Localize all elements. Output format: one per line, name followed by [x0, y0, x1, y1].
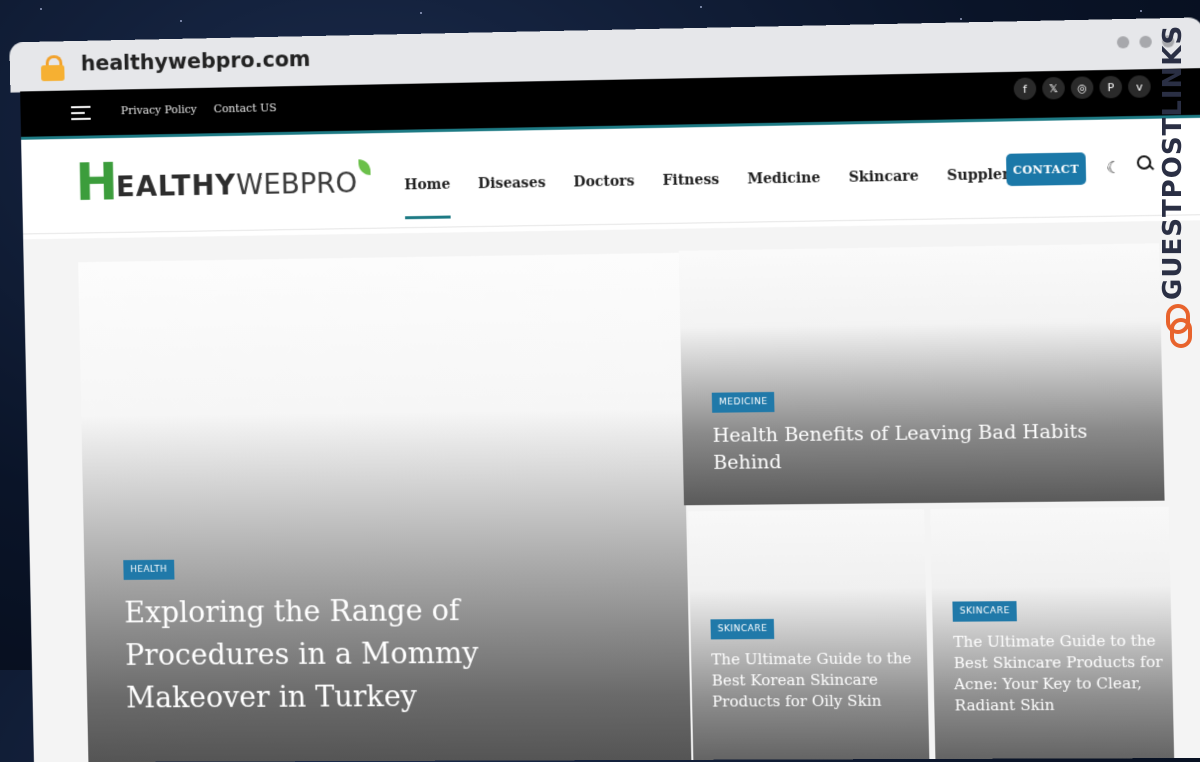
category-badge[interactable]: MEDICINE: [712, 392, 775, 413]
link-icon: [1166, 304, 1188, 344]
site-logo[interactable]: H EALTHY WEBPRO: [75, 148, 372, 213]
pinterest-icon[interactable]: P: [1099, 76, 1122, 99]
privacy-policy-link[interactable]: Privacy Policy: [121, 103, 197, 117]
dark-mode-icon[interactable]: ☾: [1106, 158, 1121, 177]
menu-icon[interactable]: [71, 106, 91, 124]
web-page: Privacy Policy Contact US f 𝕏 ◎ P v H EA…: [20, 68, 1200, 762]
featured-post-main[interactable]: HEALTH Exploring the Range of Procedures…: [78, 253, 692, 762]
featured-post-top-right[interactable]: MEDICINE Health Benefits of Leaving Bad …: [679, 243, 1165, 505]
nav-skincare[interactable]: Skincare: [848, 168, 918, 185]
instagram-icon[interactable]: ◎: [1071, 76, 1094, 99]
x-icon[interactable]: 𝕏: [1042, 77, 1065, 100]
facebook-icon[interactable]: f: [1014, 77, 1037, 100]
lock-icon: [41, 55, 65, 79]
nav-home[interactable]: Home: [404, 177, 450, 194]
contact-us-link[interactable]: Contact US: [214, 101, 277, 115]
nav-medicine[interactable]: Medicine: [747, 170, 820, 187]
post-title[interactable]: Health Benefits of Leaving Bad Habits Be…: [712, 418, 1098, 477]
social-links: f 𝕏 ◎ P v: [1014, 75, 1151, 100]
category-badge[interactable]: HEALTH: [123, 560, 174, 580]
featured-grid: HEALTH Exploring the Range of Procedures…: [23, 220, 1200, 762]
nav-fitness[interactable]: Fitness: [662, 172, 719, 189]
post-title[interactable]: The Ultimate Guide to the Best Korean Sk…: [711, 648, 914, 712]
vimeo-icon[interactable]: v: [1128, 75, 1151, 98]
post-title[interactable]: The Ultimate Guide to the Best Skincare …: [953, 630, 1164, 716]
browser-window: healthywebpro.com Privacy Policy Contact…: [9, 17, 1200, 752]
nav-diseases[interactable]: Diseases: [478, 175, 546, 192]
post-title[interactable]: Exploring the Range of Procedures in a M…: [124, 589, 541, 720]
nav-doctors[interactable]: Doctors: [573, 173, 634, 190]
featured-post-small-1[interactable]: SKINCARE The Ultimate Guide to the Best …: [688, 509, 929, 762]
guestpostlinks-watermark: GUESTPOSTLINKS: [1150, 50, 1198, 370]
leaf-icon: [359, 159, 371, 175]
address-bar[interactable]: healthywebpro.com: [81, 47, 311, 75]
featured-post-small-2[interactable]: SKINCARE The Ultimate Guide to the Best …: [930, 507, 1174, 762]
main-nav: Home Diseases Doctors Fitness Medicine S…: [404, 166, 1051, 193]
category-badge[interactable]: SKINCARE: [952, 601, 1017, 622]
category-badge[interactable]: SKINCARE: [710, 619, 774, 639]
contact-button[interactable]: CONTACT: [1006, 152, 1086, 186]
